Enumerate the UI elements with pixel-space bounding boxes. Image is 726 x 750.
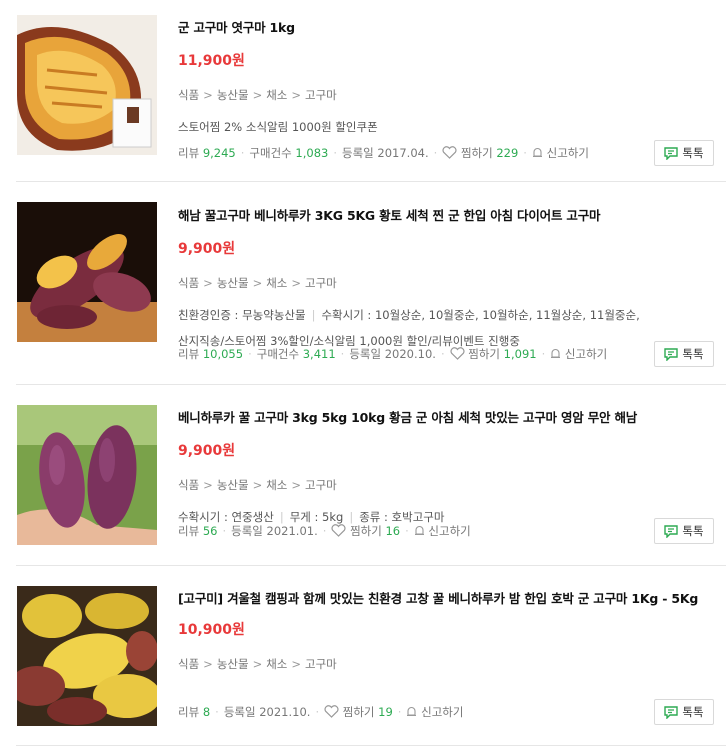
product-title[interactable]: 해남 꿀고구마 베니하루카 3KG 5KG 황토 세척 찐 군 한입 아침 다이…	[178, 206, 718, 226]
category-link[interactable]: 농산물	[217, 276, 249, 290]
product-attributes: 친환경인증 : 무농약농산물 | 수확시기 : 10월상순, 10월중순, 10월하…	[178, 308, 640, 322]
product-title[interactable]: [고구미] 겨울철 캠핑과 함께 맛있는 친환경 고창 꿀 베니하루카 밤 한입…	[178, 589, 718, 609]
product-meta: 리뷰 10,055 · 구매건수 3,411 · 등록일 2020.10. · 찜하기 1…	[178, 347, 608, 361]
category-link[interactable]: 고구마	[305, 657, 337, 671]
category-link[interactable]: 채소	[266, 657, 287, 671]
category-link[interactable]: 고구마	[305, 276, 337, 290]
bell-icon	[551, 348, 561, 359]
chevron-right-icon: >	[203, 478, 213, 492]
bell-icon	[407, 706, 417, 717]
category-link[interactable]: 식품	[178, 657, 199, 671]
category-link[interactable]: 농산물	[217, 88, 249, 102]
product-meta: 리뷰 8 · 등록일 2021.10. · 찜하기 19 · 신고하기	[178, 705, 464, 719]
breadcrumb: 식품 > 농산물 > 채소 > 고구마	[178, 656, 718, 672]
chat-icon	[664, 705, 679, 719]
divider	[16, 181, 726, 182]
register-date: 등록일 2021.01.	[231, 524, 318, 538]
talktalk-button[interactable]: 톡톡	[654, 518, 714, 544]
product-image[interactable]	[17, 15, 157, 155]
wish-button[interactable]: 찜하기 16	[331, 524, 400, 538]
category-link[interactable]: 채소	[266, 276, 287, 290]
category-link[interactable]: 식품	[178, 478, 199, 492]
report-button[interactable]: 신고하기	[550, 347, 607, 361]
product-meta: 리뷰 56 · 등록일 2021.01. · 찜하기 16 · 신고하기	[178, 524, 471, 538]
chevron-right-icon: >	[203, 657, 213, 671]
report-button[interactable]: 신고하기	[414, 524, 471, 538]
report-button[interactable]: 신고하기	[532, 146, 589, 160]
talktalk-button[interactable]: 톡톡	[654, 341, 714, 367]
wish-button[interactable]: 찜하기 19	[324, 705, 393, 719]
report-button[interactable]: 신고하기	[406, 705, 463, 719]
register-date: 등록일 2020.10.	[349, 347, 436, 361]
chat-icon	[664, 146, 679, 160]
chevron-right-icon: >	[252, 478, 263, 492]
breadcrumb: 식품 > 농산물 > 채소 > 고구마	[178, 275, 718, 291]
chevron-right-icon: >	[291, 88, 302, 102]
wish-button[interactable]: 찜하기 229	[442, 146, 518, 160]
bell-icon	[414, 525, 424, 536]
chevron-right-icon: >	[252, 88, 263, 102]
breadcrumb: 식품 > 농산물 > 채소 > 고구마	[178, 87, 718, 103]
bell-icon	[532, 147, 542, 158]
category-link[interactable]: 농산물	[217, 478, 249, 492]
product-price: 9,900원	[178, 241, 236, 257]
product-image[interactable]	[17, 586, 157, 726]
review-link[interactable]: 리뷰 10,055	[178, 347, 243, 361]
chevron-right-icon: >	[203, 276, 213, 290]
product-benefits: 스토어찜 2% 소식알림 1000원 할인쿠폰	[178, 120, 378, 134]
chat-icon	[664, 524, 679, 538]
register-date: 등록일 2017.04.	[342, 146, 429, 160]
heart-icon	[324, 705, 339, 718]
product-title[interactable]: 베니하루카 꿀 고구마 3kg 5kg 10kg 황금 군 아침 세척 맛있는 …	[178, 408, 718, 428]
category-link[interactable]: 식품	[178, 88, 199, 102]
chevron-right-icon: >	[203, 88, 213, 102]
product-price: 11,900원	[178, 53, 245, 69]
category-link[interactable]: 농산물	[217, 657, 249, 671]
product-image[interactable]	[17, 202, 157, 342]
product-image[interactable]	[17, 405, 157, 545]
purchase-count: 구매건수 3,411	[256, 347, 336, 361]
review-link[interactable]: 리뷰 9,245	[178, 146, 236, 160]
register-date: 등록일 2021.10.	[223, 705, 311, 719]
category-link[interactable]: 고구마	[305, 478, 337, 492]
breadcrumb: 식품 > 농산물 > 채소 > 고구마	[178, 477, 718, 493]
heart-icon	[450, 347, 465, 360]
heart-icon	[442, 146, 457, 159]
divider	[16, 745, 726, 746]
category-link[interactable]: 채소	[266, 88, 287, 102]
divider	[16, 565, 726, 566]
talktalk-button[interactable]: 톡톡	[654, 140, 714, 166]
chevron-right-icon: >	[291, 478, 302, 492]
category-link[interactable]: 식품	[178, 276, 199, 290]
heart-icon	[331, 524, 346, 537]
product-meta: 리뷰 9,245 · 구매건수 1,083 · 등록일 2017.04. · 찜하기 22…	[178, 146, 589, 160]
divider	[16, 384, 726, 385]
talktalk-button[interactable]: 톡톡	[654, 699, 714, 725]
category-link[interactable]: 채소	[266, 478, 287, 492]
chevron-right-icon: >	[291, 276, 302, 290]
review-link[interactable]: 리뷰 8	[178, 705, 210, 719]
purchase-count: 구매건수 1,083	[249, 146, 329, 160]
category-link[interactable]: 고구마	[305, 88, 337, 102]
chevron-right-icon: >	[291, 657, 302, 671]
product-title[interactable]: 군 고구마 엿구마 1kg	[178, 18, 718, 38]
chat-icon	[664, 347, 679, 361]
chevron-right-icon: >	[252, 657, 263, 671]
product-price: 9,900원	[178, 443, 236, 459]
review-link[interactable]: 리뷰 56	[178, 524, 217, 538]
wish-button[interactable]: 찜하기 1,091	[450, 347, 537, 361]
chevron-right-icon: >	[252, 276, 263, 290]
product-price: 10,900원	[178, 622, 245, 638]
